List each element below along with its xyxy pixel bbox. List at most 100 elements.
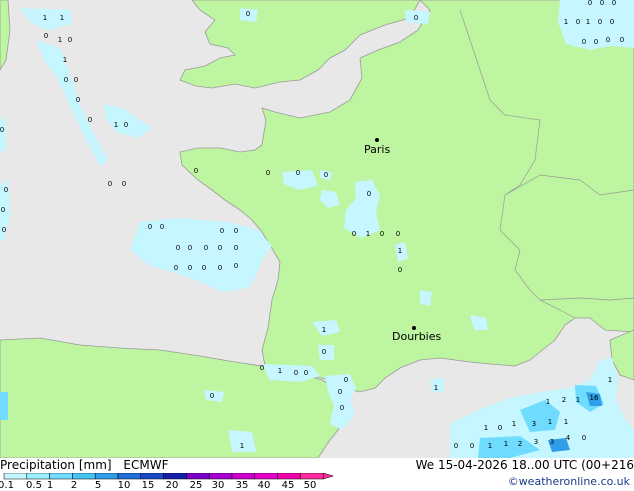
legend-tick-label: 45: [281, 480, 295, 491]
legend-swatch: [117, 473, 142, 480]
legend-tick-label: 25: [189, 480, 203, 491]
legend-swatch: [49, 473, 73, 480]
legend-arrow: [322, 473, 335, 480]
value-label: 0: [582, 434, 586, 442]
value-label: 0: [304, 369, 308, 377]
legend-swatch: [300, 473, 324, 480]
value-label: 0: [266, 169, 270, 177]
value-label: 0: [210, 392, 214, 400]
value-label: 0: [2, 226, 6, 234]
value-label: 0: [380, 230, 384, 238]
legend-swatch: [3, 473, 28, 480]
legend-swatch: [186, 473, 210, 480]
value-label: 0: [340, 404, 344, 412]
value-label: 1: [43, 14, 47, 22]
value-label: 1: [366, 230, 370, 238]
value-label: 1: [434, 384, 438, 392]
value-label: 0: [4, 186, 8, 194]
legend-tick-label: 0.5: [26, 480, 42, 491]
value-label: 0: [588, 0, 592, 7]
legend-swatch: [72, 473, 96, 480]
value-label: 0: [344, 376, 348, 384]
legend-swatch: [140, 473, 164, 480]
value-label: 1: [398, 247, 402, 255]
value-label: 0: [367, 190, 371, 198]
value-label: 1: [504, 440, 508, 448]
city-label-paris: Paris: [364, 143, 390, 156]
value-label: 0: [234, 262, 238, 270]
forecast-datetime: We 15-04-2026 18..00 UTC (00+216: [415, 458, 634, 472]
value-label: 0: [396, 230, 400, 238]
value-label: 0: [246, 10, 250, 18]
value-label: 0: [620, 36, 624, 44]
value-label: 0: [594, 38, 598, 46]
value-label: 0: [296, 169, 300, 177]
value-label: 1: [586, 18, 590, 26]
value-label: 0: [260, 364, 264, 372]
legend-tick-label: 50: [303, 480, 317, 491]
value-label: 0: [88, 116, 92, 124]
value-label: 0: [1, 206, 5, 214]
legend-tick-label: 0.1: [0, 480, 14, 491]
value-label: 0: [498, 424, 502, 432]
value-label: 1: [546, 398, 550, 406]
legend-tick-label: 35: [235, 480, 249, 491]
value-label: 0: [582, 38, 586, 46]
value-label: 1: [484, 424, 488, 432]
value-label: 1: [608, 376, 612, 384]
value-label: 4: [566, 434, 571, 442]
value-label: 0: [44, 32, 48, 40]
value-label: 1: [322, 326, 326, 334]
legend-tick-label: 15: [141, 480, 155, 491]
legend-swatch: [208, 473, 233, 480]
credit-text: ©weatheronline.co.uk: [507, 475, 630, 488]
value-label: 0: [470, 442, 474, 450]
legend-tick-label: 10: [117, 480, 131, 491]
legend-tick-label: 1: [46, 480, 54, 491]
value-label: 2: [562, 396, 566, 404]
value-label: 0: [234, 244, 238, 252]
value-label: 0: [218, 244, 222, 252]
value-label: 1: [63, 56, 67, 64]
value-label: 3: [550, 438, 554, 446]
value-label: 0: [160, 223, 164, 231]
value-label: 16: [590, 394, 599, 402]
value-label: 1: [576, 396, 580, 404]
value-label: 0: [148, 223, 152, 231]
value-label: 0: [188, 264, 192, 272]
value-label: 0: [606, 36, 610, 44]
value-label: 1: [278, 367, 282, 375]
value-label: 0: [76, 96, 80, 104]
legend-tick-label: 5: [94, 480, 102, 491]
value-label: 0: [322, 348, 326, 356]
value-label: 0: [108, 180, 112, 188]
value-label: 0: [68, 36, 72, 44]
map-canvas: Paris Dourbies 1 1 0 1 0 1 0 0 0 0 1 0 0…: [0, 0, 634, 458]
value-label: 1: [60, 14, 64, 22]
value-label: 0: [74, 76, 78, 84]
legend-title: Precipitation [mm]: [0, 458, 112, 472]
legend-swatch: [254, 473, 278, 480]
legend-tick-label: 20: [165, 480, 179, 491]
value-label: 0: [174, 264, 178, 272]
model-name: ECMWF: [123, 458, 169, 472]
value-label: 0: [124, 121, 128, 129]
value-label: 0: [64, 76, 68, 84]
value-label: 0: [398, 266, 402, 274]
value-label: 0: [204, 244, 208, 252]
legend-swatch: [277, 473, 301, 480]
value-label: 0: [338, 388, 342, 396]
legend-swatch: [163, 473, 187, 480]
value-label: 0: [600, 0, 604, 7]
value-label: 1: [512, 420, 516, 428]
value-label: 0: [122, 180, 126, 188]
value-label: 1: [58, 36, 62, 44]
value-label: 0: [576, 18, 580, 26]
value-label: 1: [240, 442, 244, 450]
value-label: 0: [234, 227, 238, 235]
value-label: 0: [194, 167, 198, 175]
value-label: 0: [218, 264, 222, 272]
value-label: 0: [610, 18, 614, 26]
legend-tick-label: 30: [211, 480, 225, 491]
value-label: 0: [324, 171, 328, 179]
